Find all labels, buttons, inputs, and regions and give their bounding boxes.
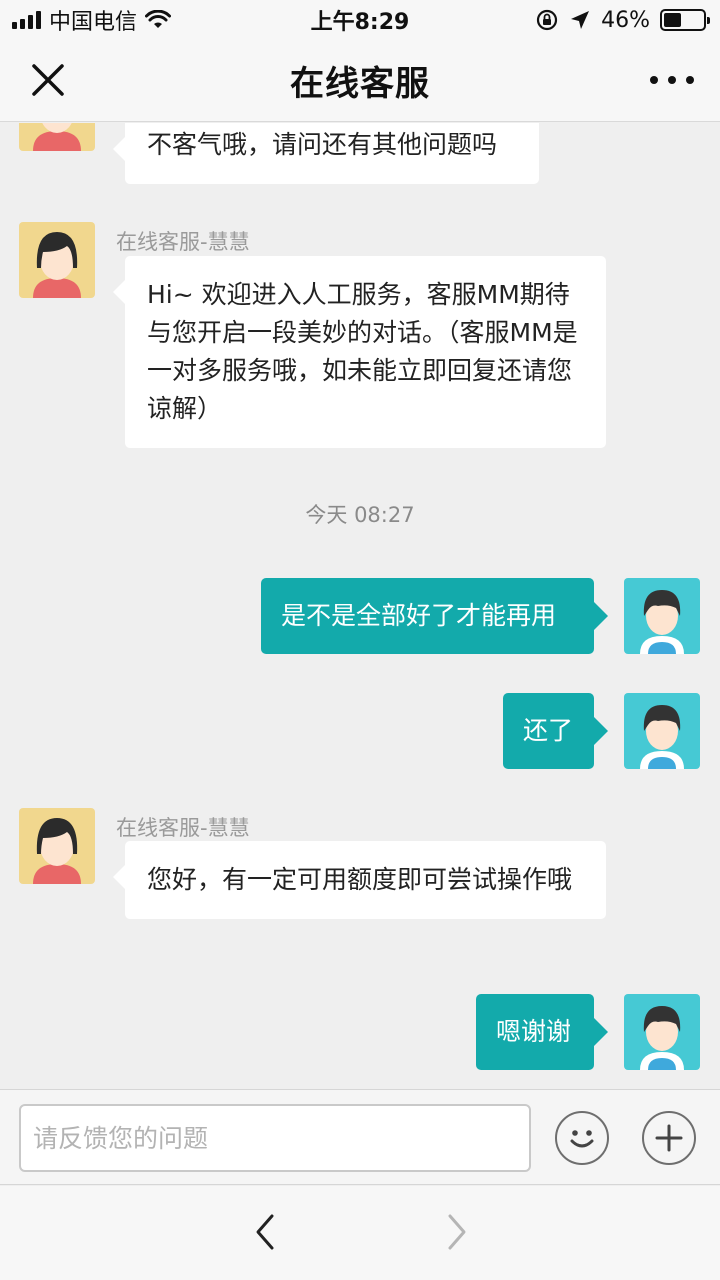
message-bubble-user: 嗯谢谢 <box>476 994 608 1070</box>
nav-bar: 在线客服 <box>0 40 720 122</box>
agent-avatar <box>19 123 95 151</box>
close-icon <box>32 64 64 96</box>
message-text: 嗯谢谢 <box>496 1017 572 1046</box>
forward-button[interactable] <box>436 1212 476 1252</box>
message-bubble-user: 是不是全部好了才能再用 <box>261 578 608 654</box>
status-left: 中国电信 <box>12 4 172 36</box>
signal-icon <box>12 11 41 29</box>
sender-name: 在线客服-慧慧 <box>116 816 250 840</box>
message-bubble-agent: Hi~ 欢迎进入人工服务，客服MM期待与您开启一段美妙的对话。（客服MM是一对多… <box>113 256 606 448</box>
message-text: 您好，有一定可用额度即可尝试操作哦 <box>147 865 573 894</box>
input-bar <box>0 1089 720 1185</box>
close-button[interactable] <box>28 60 68 100</box>
chevron-right-icon <box>448 1214 466 1250</box>
message-bubble-agent: 您好，有一定可用额度即可尝试操作哦 <box>113 841 606 919</box>
battery-percent: 46% <box>601 7 650 33</box>
timestamp: 今天 08:27 <box>305 503 415 527</box>
message-text: 不客气哦，请问还有其他问题吗 <box>147 130 498 159</box>
user-avatar <box>624 578 700 654</box>
wifi-icon <box>145 10 172 28</box>
battery-level <box>664 13 682 27</box>
more-icon <box>650 76 658 84</box>
message-text: 是不是全部好了才能再用 <box>281 601 557 630</box>
chevron-left-icon <box>256 1214 274 1250</box>
rotation-lock-icon <box>536 9 558 31</box>
location-icon <box>571 11 590 29</box>
sender-name: 在线客服-慧慧 <box>116 230 250 254</box>
status-bar: 中国电信 上午8:29 46% <box>0 0 720 40</box>
add-button[interactable] <box>642 1111 696 1165</box>
message-text: Hi~ 欢迎进入人工服务，客服MM期待与您开启一段美妙的对话。（客服MM是一对多… <box>147 280 578 423</box>
agent-avatar <box>19 222 95 298</box>
browser-toolbar <box>0 1186 720 1280</box>
plus-icon <box>655 1124 683 1152</box>
page-title: 在线客服 <box>290 64 430 104</box>
status-right: 46% <box>535 7 710 33</box>
user-avatar <box>624 693 700 769</box>
message-input[interactable] <box>19 1104 531 1172</box>
message-text: 还了 <box>523 716 574 745</box>
emoji-button[interactable] <box>555 1111 609 1165</box>
message-bubble-user: 还了 <box>503 693 608 769</box>
back-button[interactable] <box>246 1212 286 1252</box>
smile-icon <box>570 1130 594 1148</box>
carrier-name: 中国电信 <box>49 10 138 35</box>
more-button[interactable] <box>650 68 694 92</box>
message-bubble-agent: 不客气哦，请问还有其他问题吗 <box>113 123 539 184</box>
battery-icon <box>660 9 710 31</box>
agent-avatar <box>19 808 95 884</box>
chat-area[interactable]: 不客气哦，请问还有其他问题吗 在线客服-慧慧 Hi~ 欢迎进入人工服务，客服MM… <box>0 123 720 1089</box>
user-avatar <box>624 994 700 1070</box>
